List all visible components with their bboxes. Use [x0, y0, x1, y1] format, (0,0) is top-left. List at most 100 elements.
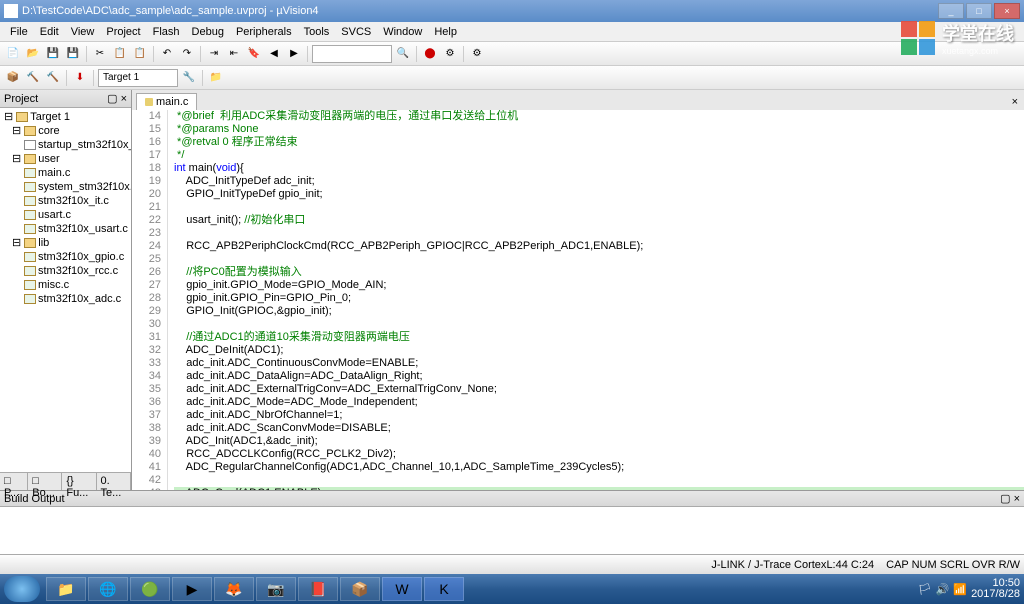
start-button[interactable] — [4, 576, 40, 602]
code-editor[interactable]: 1415161718192021222324252627282930313233… — [132, 110, 1024, 490]
undo-icon[interactable]: ↶ — [158, 45, 176, 63]
tree-item[interactable]: stm32f10x_rcc.c — [2, 264, 129, 278]
menu-window[interactable]: Window — [377, 26, 428, 38]
editor-area: main.c × 1415161718192021222324252627282… — [132, 90, 1024, 490]
tree-item[interactable]: ⊟ user — [2, 152, 129, 166]
menu-debug[interactable]: Debug — [186, 26, 230, 38]
menu-help[interactable]: Help — [428, 26, 463, 38]
menu-edit[interactable]: Edit — [34, 26, 65, 38]
tree-item[interactable]: startup_stm32f10x_r — [2, 138, 129, 152]
outdent-icon[interactable]: ⇤ — [225, 45, 243, 63]
download-icon[interactable]: ⬇ — [71, 69, 89, 87]
manage-icon[interactable]: 📁 — [207, 69, 225, 87]
config-icon[interactable]: ⚙ — [468, 45, 486, 63]
bookmark-prev-icon[interactable]: ◀ — [265, 45, 283, 63]
task-firefox-icon[interactable]: 🦊 — [214, 577, 254, 601]
app-icon — [4, 4, 18, 18]
file-tabs: main.c × — [132, 90, 1024, 110]
toolbar-2: 📦 🔨 🔨 ⬇ Target 1 🔧 📁 — [0, 66, 1024, 90]
debug-icon[interactable]: ⬤ — [421, 45, 439, 63]
find-icon[interactable]: 🔍 — [394, 45, 412, 63]
menu-view[interactable]: View — [65, 26, 101, 38]
menu-bar: FileEditViewProjectFlashDebugPeripherals… — [0, 22, 1024, 42]
maximize-button[interactable]: □ — [966, 3, 992, 19]
rebuild-icon[interactable]: 🔨 — [24, 69, 42, 87]
indent-icon[interactable]: ⇥ — [205, 45, 223, 63]
new-file-icon[interactable]: 📄 — [4, 45, 22, 63]
project-tab[interactable]: {} Fu... — [62, 473, 96, 490]
tray-volume-icon[interactable]: 🔊 — [936, 583, 950, 596]
options-icon[interactable]: 🔧 — [180, 69, 198, 87]
file-tab-label: main.c — [156, 96, 188, 108]
bookmark-next-icon[interactable]: ▶ — [285, 45, 303, 63]
save-icon[interactable]: 💾 — [44, 45, 62, 63]
build-target-icon[interactable]: 📦 — [4, 69, 22, 87]
copy-icon[interactable]: 📋 — [111, 45, 129, 63]
status-bar: J-LINK / J-Trace Cortex L:44 C:24 CAP NU… — [0, 554, 1024, 574]
save-all-icon[interactable]: 💾 — [64, 45, 82, 63]
cut-icon[interactable]: ✂ — [91, 45, 109, 63]
code-content[interactable]: *@brief 利用ADC采集滑动变阻器两端的电压，通过串口发送给上位机 *@p… — [168, 110, 1024, 490]
build-all-icon[interactable]: 🔨 — [44, 69, 62, 87]
tree-item[interactable]: misc.c — [2, 278, 129, 292]
build-panel-close-icon[interactable]: ▢ × — [1000, 492, 1020, 505]
file-modified-icon — [145, 98, 153, 106]
open-file-icon[interactable]: 📂 — [24, 45, 42, 63]
task-chrome-icon[interactable]: 🟢 — [130, 577, 170, 601]
close-button[interactable]: × — [994, 3, 1020, 19]
panel-close-icon[interactable]: ▢ × — [107, 92, 127, 105]
menu-svcs[interactable]: SVCS — [335, 26, 377, 38]
tree-item[interactable]: stm32f10x_adc.c — [2, 292, 129, 306]
tree-item[interactable]: stm32f10x_gpio.c — [2, 250, 129, 264]
tree-item[interactable]: main.c — [2, 166, 129, 180]
tray-date: 2017/8/28 — [971, 589, 1020, 600]
build-icon[interactable]: ⚙ — [441, 45, 459, 63]
menu-tools[interactable]: Tools — [298, 26, 336, 38]
redo-icon[interactable]: ↷ — [178, 45, 196, 63]
task-app1-icon[interactable]: 📷 — [256, 577, 296, 601]
paste-icon[interactable]: 📋 — [131, 45, 149, 63]
line-gutter: 1415161718192021222324252627282930313233… — [132, 110, 168, 490]
menu-flash[interactable]: Flash — [147, 26, 186, 38]
project-tab[interactable]: □ P... — [0, 473, 28, 490]
find-combo[interactable] — [312, 45, 392, 63]
windows-taskbar: 📁 🌐 🟢 ▶ 🦊 📷 📕 📦 W K 🏳 🔊 📶 10:50 2017/8/2… — [0, 574, 1024, 604]
project-tab[interactable]: □ Bo... — [28, 473, 62, 490]
target-combo[interactable]: Target 1 — [98, 69, 178, 87]
system-tray[interactable]: 🏳 🔊 📶 10:50 2017/8/28 — [918, 578, 1020, 600]
task-keil-icon[interactable]: K — [424, 577, 464, 601]
menu-peripherals[interactable]: Peripherals — [230, 26, 298, 38]
project-tree[interactable]: ⊟ Target 1⊟ corestartup_stm32f10x_r⊟ use… — [0, 108, 131, 472]
project-title-text: Project — [4, 93, 38, 105]
minimize-button[interactable]: _ — [938, 3, 964, 19]
tab-close-icon[interactable]: × — [1006, 94, 1024, 110]
bookmark-icon[interactable]: 🔖 — [245, 45, 263, 63]
window-title: D:\TestCode\ADC\adc_sample\adc_sample.uv… — [22, 5, 938, 17]
menu-file[interactable]: File — [4, 26, 34, 38]
project-panel-tabs: □ P...□ Bo...{} Fu...0. Te... — [0, 472, 131, 490]
tree-item[interactable]: usart.c — [2, 208, 129, 222]
task-pdf-icon[interactable]: 📕 — [298, 577, 338, 601]
task-ie-icon[interactable]: 🌐 — [88, 577, 128, 601]
tray-network-icon[interactable]: 📶 — [953, 583, 967, 596]
build-output-label: Build Output — [4, 493, 65, 505]
file-tab-main[interactable]: main.c — [136, 93, 197, 110]
task-word-icon[interactable]: W — [382, 577, 422, 601]
tree-item[interactable]: system_stm32f10x.c — [2, 180, 129, 194]
window-titlebar: D:\TestCode\ADC\adc_sample\adc_sample.uv… — [0, 0, 1024, 22]
tree-item[interactable]: stm32f10x_it.c — [2, 194, 129, 208]
tree-item[interactable]: ⊟ core — [2, 124, 129, 138]
project-panel-title: Project ▢ × — [0, 90, 131, 108]
tree-item[interactable]: stm32f10x_usart.c — [2, 222, 129, 236]
tray-flag-icon[interactable]: 🏳 — [918, 583, 932, 596]
project-tab[interactable]: 0. Te... — [97, 473, 131, 490]
task-player-icon[interactable]: ▶ — [172, 577, 212, 601]
tree-item[interactable]: ⊟ lib — [2, 236, 129, 250]
build-output-panel: Build Output ▢ × — [0, 490, 1024, 554]
task-zip-icon[interactable]: 📦 — [340, 577, 380, 601]
task-explorer-icon[interactable]: 📁 — [46, 577, 86, 601]
tree-item[interactable]: ⊟ Target 1 — [2, 110, 129, 124]
tray-clock[interactable]: 10:50 2017/8/28 — [971, 578, 1020, 600]
tray-time: 10:50 — [971, 578, 1020, 589]
menu-project[interactable]: Project — [100, 26, 146, 38]
